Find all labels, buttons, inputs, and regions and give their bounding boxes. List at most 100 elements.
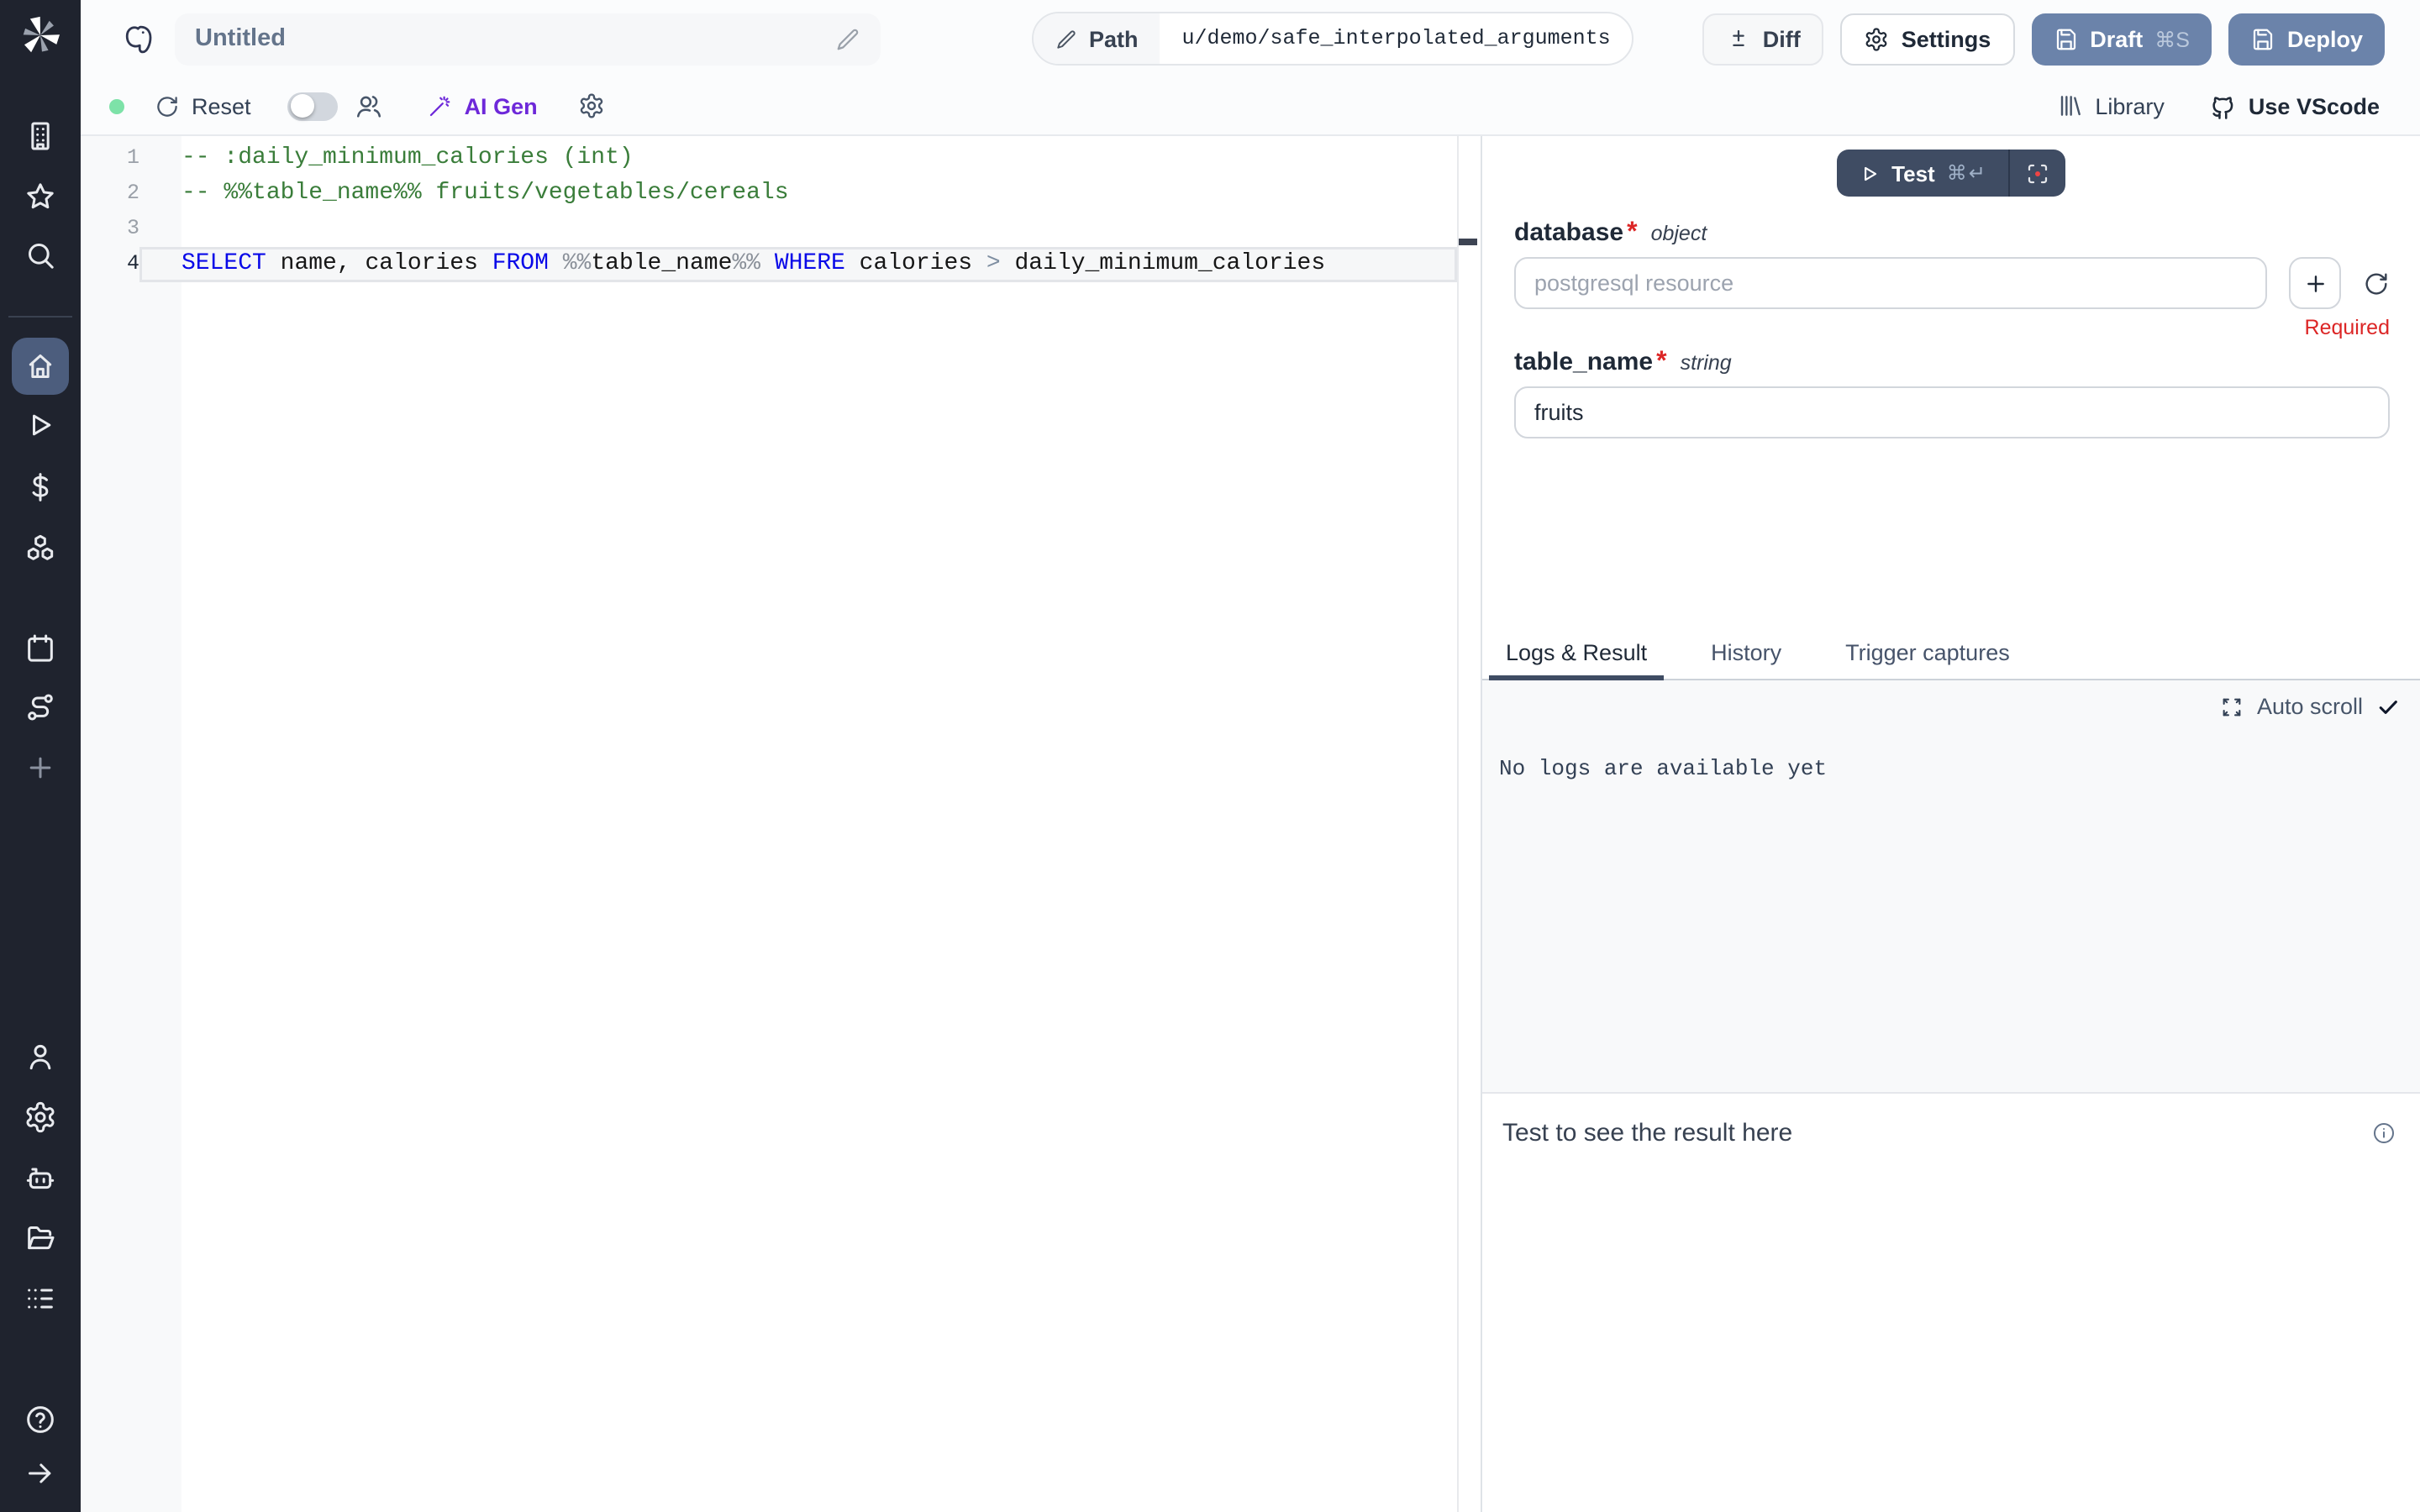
code-line[interactable]: 2-- %%table_name%% fruits/vegetables/cer…	[81, 176, 1481, 212]
expand-icon	[2220, 695, 2244, 718]
sidebar-item-resources[interactable]	[12, 519, 69, 576]
use-vscode-button[interactable]: Use VScode	[2208, 92, 2380, 120]
gear-icon	[1865, 26, 1890, 51]
sidebar-item-runs[interactable]	[12, 396, 69, 454]
sidebar-item-triggers[interactable]	[12, 679, 69, 736]
field-table-name: table_name * string	[1514, 348, 2390, 438]
code-line[interactable]: 1-- :daily_minimum_calories (int)	[81, 141, 1481, 176]
code-lines: 1-- :daily_minimum_calories (int)2-- %%t…	[81, 136, 1481, 282]
arguments-form: database * object	[1482, 217, 2420, 630]
calendar-icon	[24, 632, 57, 665]
status-dot	[109, 98, 124, 113]
database-input[interactable]	[1514, 257, 2267, 309]
ai-gen-button[interactable]: AI Gen	[428, 93, 538, 118]
rotate-cw-icon	[155, 93, 180, 118]
save-icon	[2053, 26, 2078, 51]
path-pencil-icon	[1055, 28, 1077, 50]
path-field[interactable]: Path u/demo/safe_interpolated_arguments	[1032, 12, 1634, 66]
diff-button[interactable]: Diff	[1702, 13, 1824, 65]
line-number: 4	[81, 247, 139, 282]
code-line[interactable]: 4SELECT name, calories FROM %%table_name…	[81, 247, 1481, 282]
diff-mode-toggle[interactable]	[288, 92, 339, 120]
arrow-right-icon	[24, 1457, 57, 1490]
logs-empty-message: No logs are available yet	[1499, 756, 1827, 781]
test-button-group: Test ⌘↵	[1836, 150, 2066, 197]
sidebar-item-help[interactable]	[12, 1391, 69, 1448]
library-button[interactable]: Library	[2056, 92, 2165, 119]
tab-history[interactable]: History	[1694, 630, 1798, 680]
sidebar-item-workspace[interactable]	[12, 108, 69, 165]
refresh-icon	[2363, 270, 2390, 297]
code-line-text	[139, 212, 1457, 247]
play-icon	[24, 408, 57, 442]
required-asterisk: *	[1656, 348, 1666, 378]
result-tabs: Logs & Result History Trigger captures	[1482, 630, 2420, 680]
test-button[interactable]: Test ⌘↵	[1836, 150, 2009, 197]
script-title-input[interactable]: Untitled	[175, 13, 881, 65]
sidebar-item-add[interactable]	[12, 739, 69, 796]
field-type: object	[1651, 222, 1707, 245]
draft-button[interactable]: Draft ⌘S	[2031, 13, 2212, 65]
overview-ruler	[1457, 136, 1459, 1512]
path-value: u/demo/safe_interpolated_arguments	[1160, 13, 1633, 64]
sidebar-expand-button[interactable]	[12, 1445, 69, 1502]
info-icon[interactable]	[2371, 1121, 2396, 1146]
edit-title-pencil-icon	[835, 26, 860, 51]
line-number: 2	[81, 176, 139, 212]
sidebar-item-folders[interactable]	[12, 1210, 69, 1267]
tab-trigger-captures[interactable]: Trigger captures	[1828, 630, 2027, 680]
sidebar-item-variables[interactable]	[12, 459, 69, 516]
sidebar-item-users[interactable]	[12, 1028, 69, 1085]
topbar: Untitled Path u/demo/safe_interpolated_a…	[81, 0, 2420, 77]
sidebar-divider	[8, 316, 72, 318]
check-icon	[2376, 695, 2400, 718]
field-database: database * object	[1514, 218, 2390, 343]
sidebar-item-audit-logs[interactable]	[12, 1270, 69, 1327]
search-icon	[24, 239, 57, 272]
toolbar-right: Library Use VScode	[2056, 92, 2380, 120]
gear-icon	[24, 1100, 57, 1134]
line-number: 3	[81, 212, 139, 247]
refresh-resources-button[interactable]	[2363, 270, 2390, 297]
sidebar-item-settings[interactable]	[12, 1089, 69, 1146]
code-line[interactable]: 3	[81, 212, 1481, 247]
dollar-icon	[24, 470, 57, 504]
sidebar-item-search[interactable]	[12, 227, 69, 284]
editor-toolbar: Reset AI Gen Library Use VScode	[81, 77, 2420, 136]
sidebar-item-favorites[interactable]	[12, 168, 69, 225]
postgresql-icon	[121, 21, 156, 56]
run-bar: Test ⌘↵	[1482, 136, 2420, 217]
result-panel: Test to see the result here	[1482, 1092, 2420, 1512]
settings-button[interactable]: Settings	[1841, 13, 2015, 65]
logs-panel: Auto scroll No logs are available yet	[1482, 680, 2420, 1092]
autoscroll-control[interactable]: Auto scroll	[2220, 694, 2400, 719]
user-icon	[24, 1040, 57, 1074]
sidebar-item-workers[interactable]	[12, 1149, 69, 1206]
editor-settings-gear-icon[interactable]	[578, 92, 605, 119]
code-editor[interactable]: 1-- :daily_minimum_calories (int)2-- %%t…	[81, 136, 1481, 1512]
tab-logs-result[interactable]: Logs & Result	[1489, 630, 1664, 680]
sidebar	[0, 0, 81, 1512]
field-name: database	[1514, 218, 1623, 247]
windmill-logo[interactable]	[18, 13, 62, 57]
capture-button[interactable]	[2009, 150, 2066, 197]
library-icon	[2056, 92, 2083, 119]
toggle-knob	[291, 94, 314, 118]
script-title: Untitled	[195, 25, 286, 52]
collaborators-icon[interactable]	[355, 92, 384, 120]
sidebar-item-schedules[interactable]	[12, 620, 69, 677]
sidebar-item-home[interactable]	[12, 338, 69, 395]
result-empty-message: Test to see the result here	[1502, 1119, 1792, 1147]
path-label-section: Path	[1034, 13, 1160, 64]
draft-shortcut: ⌘S	[2154, 26, 2190, 51]
topbar-actions: Diff Settings Draft ⌘S Deploy	[1702, 13, 2385, 65]
plus-icon	[24, 751, 57, 785]
table-name-input[interactable]	[1514, 386, 2390, 438]
reset-button[interactable]: Reset	[155, 93, 251, 118]
add-resource-button[interactable]	[2289, 257, 2341, 309]
play-icon	[1858, 162, 1880, 184]
wand-icon	[428, 93, 453, 118]
deploy-button[interactable]: Deploy	[2228, 13, 2385, 65]
workspace: 1-- :daily_minimum_calories (int)2-- %%t…	[81, 136, 2420, 1512]
plus-icon	[2302, 270, 2328, 297]
